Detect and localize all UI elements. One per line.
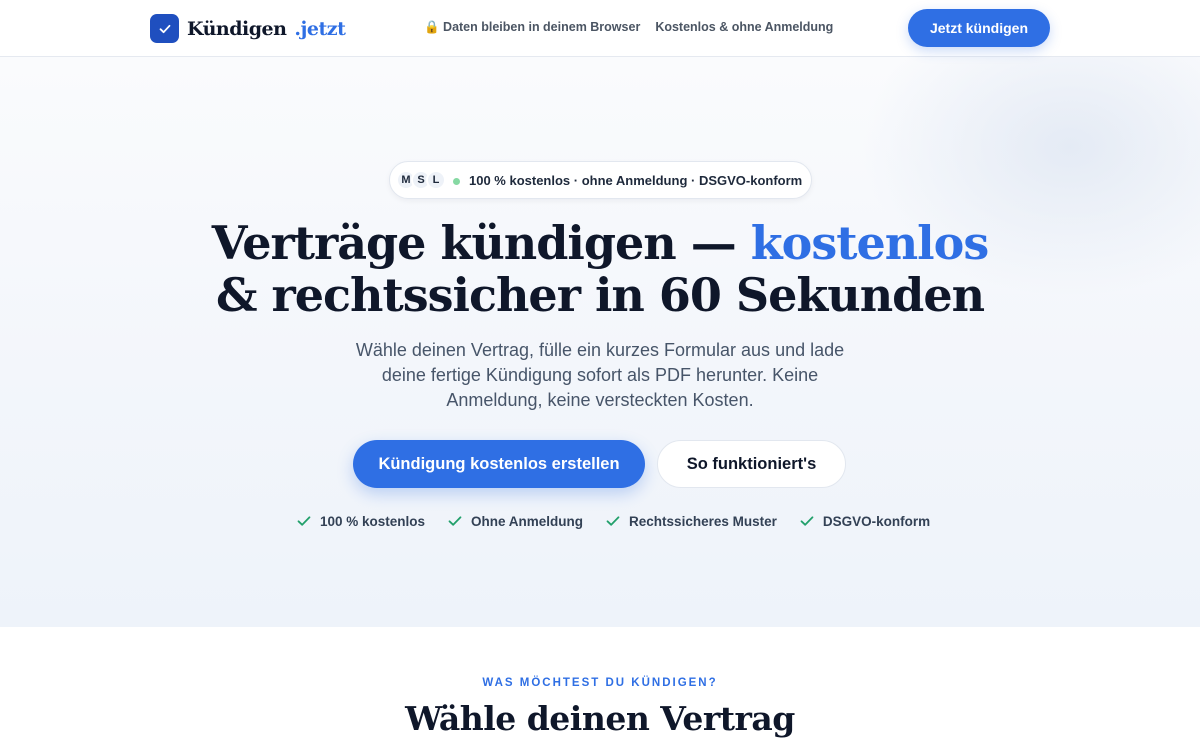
trust-pill: M S L 100 % kostenlos · ohne Anmeldung ·… [389, 161, 812, 199]
logo-tld: .jetzt [294, 17, 346, 40]
header-cta-button[interactable]: Jetzt kündigen [908, 9, 1050, 47]
feature-item: 100 % kostenlos [296, 513, 425, 529]
status-dot [453, 178, 460, 185]
feature-checklist: 100 % kostenlos Ohne Anmeldung Rechtssic… [296, 513, 930, 529]
feature-label: DSGVO-konform [822, 513, 931, 529]
site-header: Kündigen .jetzt 🔒 Daten bleiben in deine… [0, 0, 1200, 57]
section-title: Wähle deinen Vertrag [405, 699, 795, 738]
hero-lead: Wähle deinen Vertrag, fülle ein kurzes F… [355, 340, 845, 410]
nav-item-free: Kostenlos & ohne Anmeldung [655, 20, 834, 34]
logo-text: Kündigen [187, 17, 287, 40]
hero-title: Verträge kündigen — kostenlos & rechtssi… [0, 217, 1200, 321]
hero-title-accent: kostenlos [750, 216, 989, 270]
contract-selection-section: WAS MÖCHTEST DU KÜNDIGEN? Wähle deinen V… [0, 627, 1200, 750]
check-icon [448, 516, 462, 526]
header-nav: 🔒 Daten bleiben in deinem Browser Kosten… [424, 20, 833, 35]
create-cancellation-button[interactable]: Kündigung kostenlos erstellen [353, 440, 645, 488]
feature-label: Rechtssicheres Muster [629, 513, 777, 529]
check-icon [297, 516, 311, 526]
feature-label: 100 % kostenlos [320, 513, 426, 529]
feature-label: Ohne Anmeldung [471, 513, 584, 529]
trust-pill-text: 100 % kostenlos · ohne Anmeldung · DSGVO… [469, 173, 803, 188]
check-icon [150, 14, 179, 43]
nav-item-privacy: 🔒 Daten bleiben in deinem Browser [424, 20, 641, 34]
feature-item: Rechtssicheres Muster [605, 513, 777, 529]
check-icon [800, 516, 814, 526]
hero-title-line2: & rechtssicher in 60 Sekunden [215, 268, 985, 322]
feature-item: Ohne Anmeldung [447, 513, 583, 529]
how-it-works-button[interactable]: So funktioniert's [657, 440, 846, 488]
avatar-group: M S L [396, 170, 446, 190]
section-eyebrow: WAS MÖCHTEST DU KÜNDIGEN? [482, 677, 718, 689]
feature-item: DSGVO-konform [799, 513, 930, 529]
avatar: L [426, 170, 446, 190]
hero-section: M S L 100 % kostenlos · ohne Anmeldung ·… [0, 57, 1200, 627]
hero-title-line1: Verträge kündigen — [211, 216, 751, 270]
logo-link[interactable]: Kündigen .jetzt [150, 14, 346, 43]
check-icon [606, 516, 620, 526]
